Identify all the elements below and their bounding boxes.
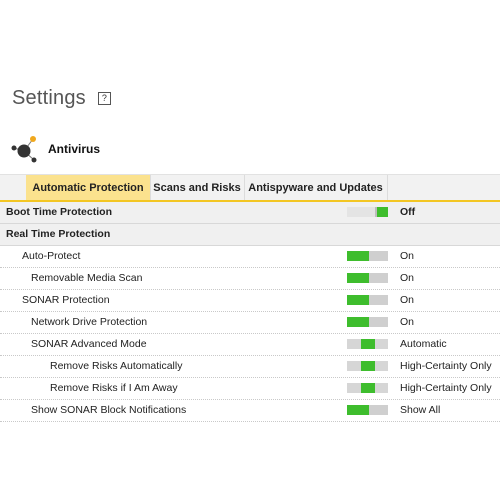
setting-status: High-Certainty Only xyxy=(400,360,492,372)
setting-row-show-sonar-block-notifications: Show SONAR Block Notifications Show All xyxy=(0,400,500,422)
tab-scans-and-risks[interactable]: Scans and Risks xyxy=(150,175,245,201)
section-title: Antivirus xyxy=(48,142,101,156)
tab-automatic-protection[interactable]: Automatic Protection xyxy=(26,175,151,201)
setting-status: High-Certainty Only xyxy=(400,382,492,394)
setting-label: Auto-Protect xyxy=(22,250,81,262)
setting-row-remove-risks-if-away: Remove Risks if I Am Away High-Certainty… xyxy=(0,378,500,400)
setting-label: Network Drive Protection xyxy=(31,316,148,328)
setting-label: SONAR Advanced Mode xyxy=(31,338,147,350)
boot-time-protection-toggle[interactable] xyxy=(347,207,388,217)
remove-risks-if-away-toggle[interactable] xyxy=(347,383,388,393)
setting-label: Remove Risks if I Am Away xyxy=(50,382,178,394)
group-label: Real Time Protection xyxy=(6,228,111,240)
setting-status: On xyxy=(400,294,415,306)
page-header: Settings ? xyxy=(12,84,111,112)
setting-label: Show SONAR Block Notifications xyxy=(31,404,187,416)
setting-row-removable-media-scan: Removable Media Scan On xyxy=(0,268,500,290)
setting-label: Remove Risks Automatically xyxy=(50,360,183,372)
setting-label: Boot Time Protection xyxy=(6,206,112,218)
help-icon[interactable]: ? xyxy=(97,91,111,105)
setting-row-remove-risks-automatically: Remove Risks Automatically High-Certaint… xyxy=(0,356,500,378)
setting-label: Removable Media Scan xyxy=(31,272,143,284)
tab-bar: Automatic Protection Scans and Risks Ant… xyxy=(0,174,500,201)
setting-row-sonar-advanced-mode: SONAR Advanced Mode Automatic xyxy=(0,334,500,356)
setting-row-boot-time-protection: Boot Time Protection Off xyxy=(0,202,500,224)
setting-row-auto-protect: Auto-Protect On xyxy=(0,246,500,268)
setting-status: Off xyxy=(400,206,416,218)
settings-list: Boot Time Protection Off Real Time Prote… xyxy=(0,202,500,422)
show-sonar-block-notifications-toggle[interactable] xyxy=(347,405,388,415)
antivirus-molecule-icon xyxy=(11,136,37,163)
section-header: Antivirus xyxy=(10,132,100,166)
removable-media-scan-toggle[interactable] xyxy=(347,273,388,283)
setting-row-network-drive-protection: Network Drive Protection On xyxy=(0,312,500,334)
network-drive-protection-toggle[interactable] xyxy=(347,317,388,327)
setting-label: SONAR Protection xyxy=(22,294,110,306)
setting-status: On xyxy=(400,272,415,284)
setting-status: On xyxy=(400,250,415,262)
sonar-protection-toggle[interactable] xyxy=(347,295,388,305)
tab-antispyware-and-updates[interactable]: Antispyware and Updates xyxy=(244,175,388,201)
sonar-advanced-mode-toggle[interactable] xyxy=(347,339,388,349)
auto-protect-toggle[interactable] xyxy=(347,251,388,261)
setting-status: On xyxy=(400,316,415,328)
group-header-real-time-protection: Real Time Protection xyxy=(0,224,500,246)
setting-status: Automatic xyxy=(400,338,447,350)
remove-risks-automatically-toggle[interactable] xyxy=(347,361,388,371)
page-title: Settings xyxy=(12,86,86,109)
setting-row-sonar-protection: SONAR Protection On xyxy=(0,290,500,312)
setting-status: Show All xyxy=(400,404,441,416)
